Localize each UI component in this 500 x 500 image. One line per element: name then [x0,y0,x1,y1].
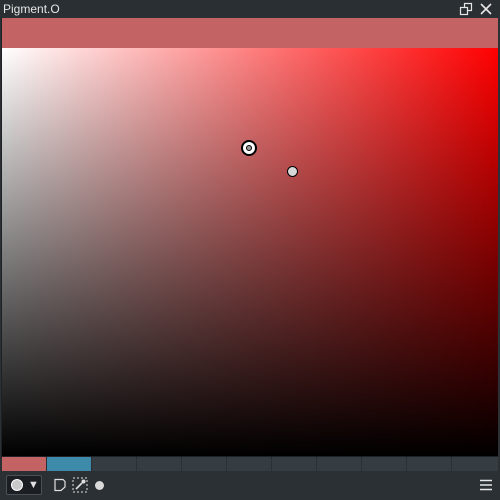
circle-panel-icon [11,479,23,491]
restore-window-icon[interactable] [459,2,473,16]
palette-swatch[interactable] [137,457,181,471]
panel-mode-dropdown[interactable]: ▼ [6,475,42,495]
chevron-down-icon: ▼ [28,479,39,491]
current-color-swatch[interactable] [2,18,498,48]
bottom-toolbar: ▼ [0,472,500,500]
palette-swatch[interactable] [47,457,91,471]
palette-swatch[interactable] [407,457,451,471]
palette-swatch[interactable] [227,457,271,471]
palette-swatch[interactable] [317,457,361,471]
close-icon[interactable] [479,2,493,16]
palette-swatch[interactable] [182,457,226,471]
color-selector-handle[interactable] [241,140,257,156]
palette-swatch[interactable] [362,457,406,471]
saturation-value-square[interactable] [2,48,498,456]
palette-swatch[interactable] [2,457,46,471]
new-document-icon[interactable] [53,478,67,492]
dot-icon[interactable] [95,481,104,490]
palette-swatch[interactable] [92,457,136,471]
secondary-color-handle[interactable] [287,166,298,177]
eyedropper-icon[interactable] [72,477,88,493]
color-palette [2,457,498,471]
palette-swatch[interactable] [272,457,316,471]
palette-swatch[interactable] [452,457,498,471]
window-title: Pigment.O [3,2,60,16]
hamburger-menu-icon[interactable] [479,479,493,491]
title-bar: Pigment.O [0,0,500,18]
